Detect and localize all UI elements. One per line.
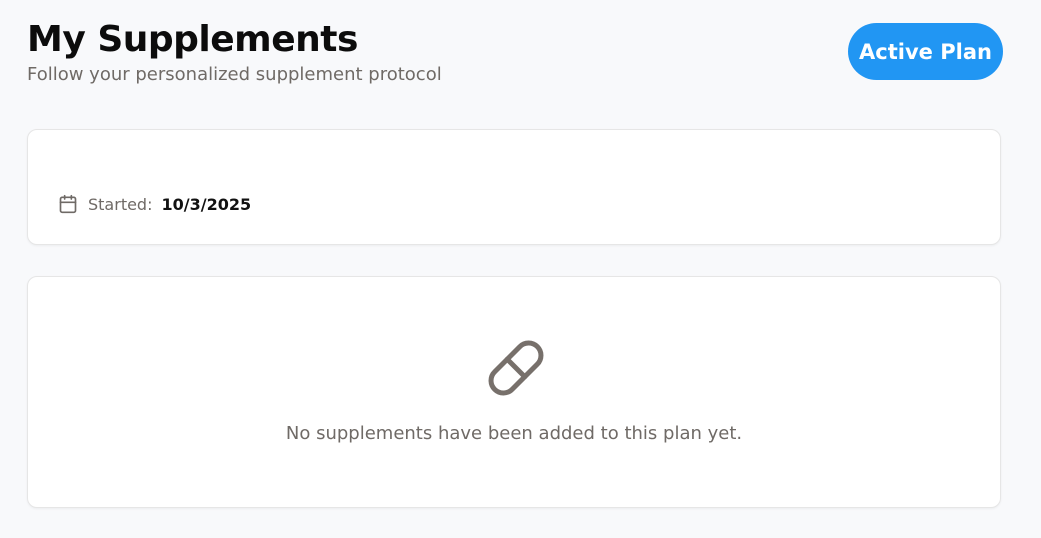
pill-icon <box>486 338 546 398</box>
page-header: My Supplements Follow your personalized … <box>27 16 1003 96</box>
started-date: 10/3/2025 <box>161 194 252 214</box>
supplements-card: No supplements have been added to this p… <box>27 276 1001 508</box>
plan-info-card: Started: 10/3/2025 <box>27 129 1001 245</box>
page-title: My Supplements <box>27 19 358 60</box>
started-label: Started: <box>88 194 153 214</box>
calendar-icon <box>58 194 78 214</box>
empty-state-message: No supplements have been added to this p… <box>285 423 743 444</box>
active-plan-button[interactable]: Active Plan <box>848 23 1003 80</box>
started-row: Started: 10/3/2025 <box>58 194 251 214</box>
page-subtitle: Follow your personalized supplement prot… <box>27 64 442 85</box>
